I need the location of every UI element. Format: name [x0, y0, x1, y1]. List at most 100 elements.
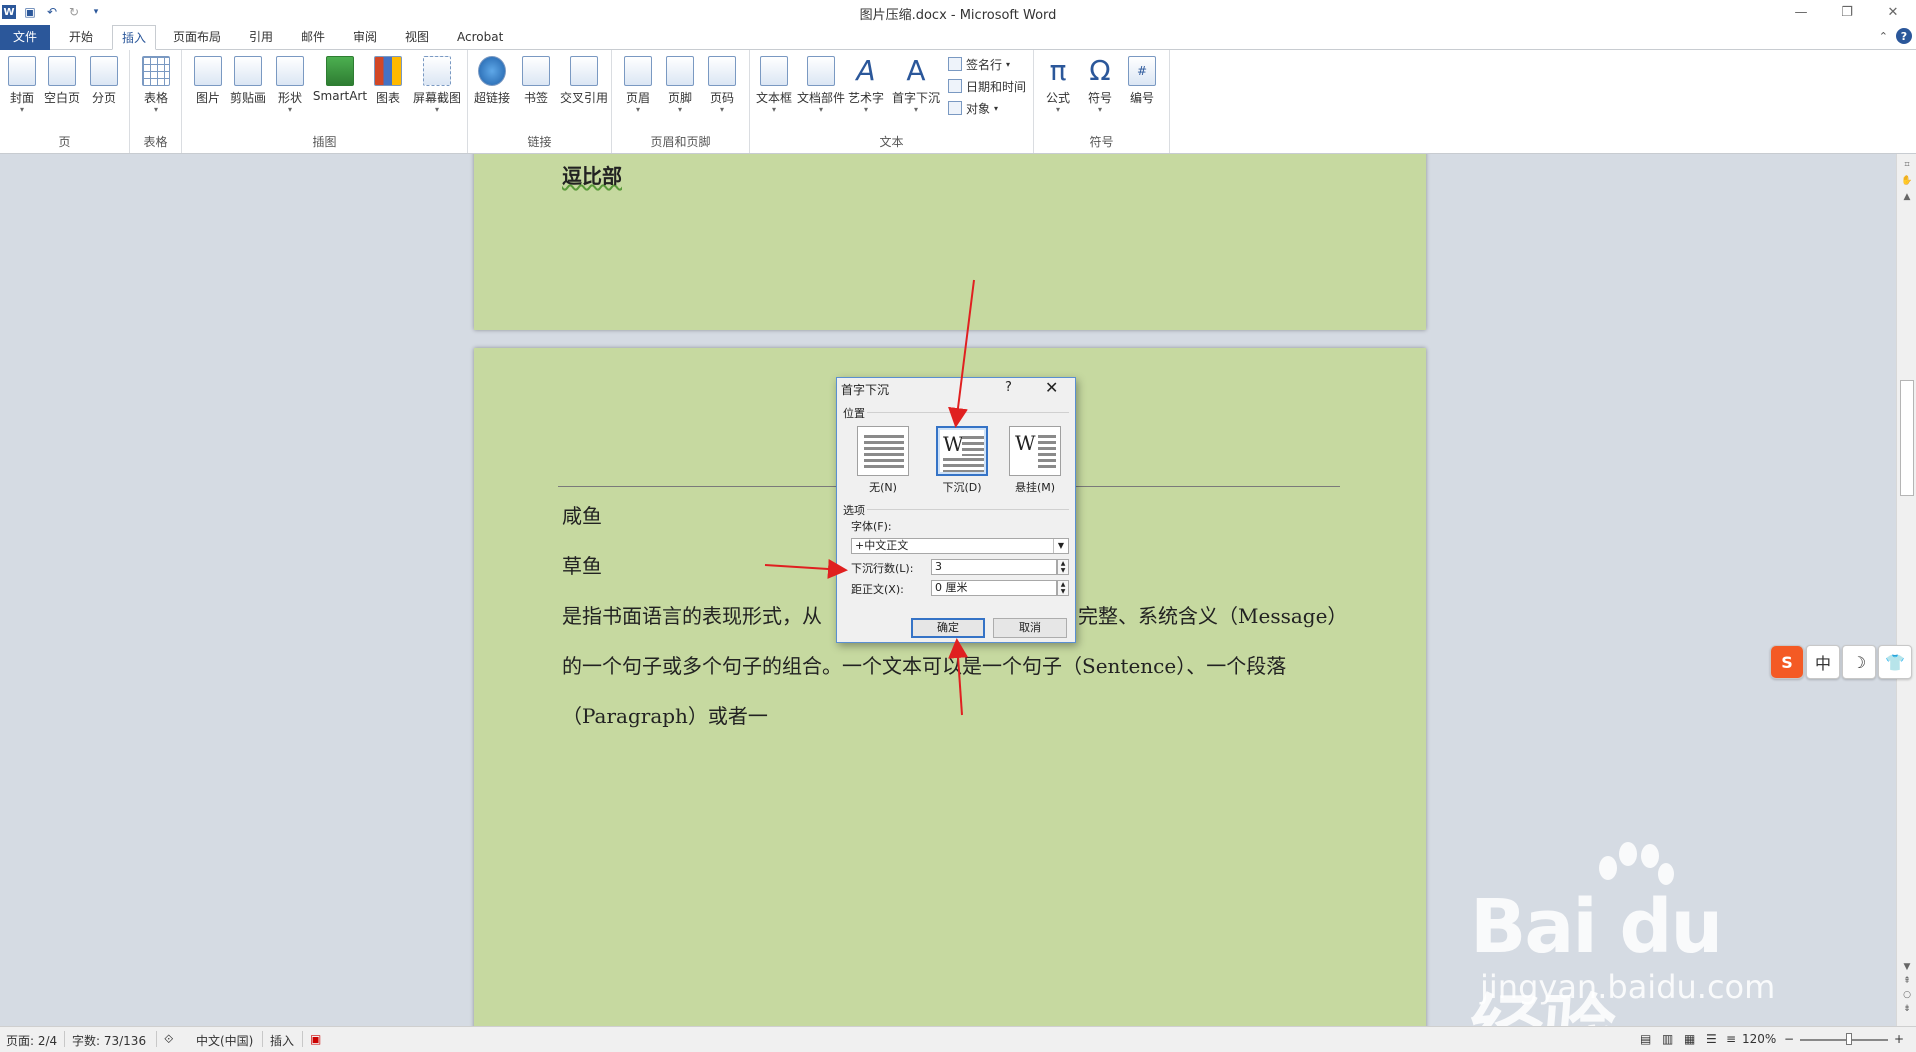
quick-parts-button[interactable]: 文档部件 ▾ — [796, 56, 846, 114]
bookmark-button[interactable]: 书签 — [516, 56, 556, 106]
tab-review[interactable]: 审阅 — [344, 25, 386, 50]
hyperlink-button[interactable]: 超链接 — [472, 56, 512, 106]
select-browse-object-icon[interactable]: ○ — [1897, 990, 1916, 1000]
smartart-button[interactable]: SmartArt — [312, 56, 368, 103]
doc-paragraph-line-1-left: 是指书面语言的表现形式，从 — [562, 604, 822, 628]
textbox-button[interactable]: 文本框 ▾ — [754, 56, 794, 114]
distance-from-text-spinner[interactable]: ▲ ▼ — [1057, 580, 1069, 596]
minimize-icon[interactable]: — — [1778, 0, 1824, 24]
wordart-button[interactable]: A 艺术字 ▾ — [846, 56, 886, 114]
drop-cap-dropped-label[interactable]: 下沉(D) — [932, 479, 992, 495]
page-number-button[interactable]: 页码 ▾ — [702, 56, 742, 114]
chevron-down-icon[interactable]: ▼ — [1053, 539, 1068, 553]
vertical-scrollbar[interactable]: ⌗ ✋ ▲ ▼ ⇞ ○ ⇟ — [1896, 154, 1916, 1026]
drop-cap-dialog: 首字下沉 ? ✕ 位置 无(N) W 下沉(D) W 悬挂(M) 选项 字体(F… — [836, 377, 1076, 643]
web-layout-icon[interactable]: ▦ — [1684, 1032, 1695, 1046]
ruler-toggle-icon[interactable]: ⌗ — [1897, 160, 1916, 170]
tab-file[interactable]: 文件 — [0, 25, 50, 50]
dropped-bottom-lines — [943, 458, 984, 472]
distance-from-text-input[interactable]: 0 厘米 — [931, 580, 1057, 596]
equation-button[interactable]: π 公式 ▾ — [1038, 56, 1078, 114]
restore-icon[interactable]: ❐ — [1824, 0, 1870, 24]
zoom-in-button[interactable]: + — [1894, 1032, 1904, 1046]
chart-button[interactable]: 图表 — [368, 56, 408, 106]
screenshot-icon — [423, 56, 451, 86]
group-text: 文本框 ▾ 文档部件 ▾ A 艺术字 ▾ A 首字下沉 ▾ 签名行 ▾ 日期和时间 对象 ▾ 文… — [750, 50, 1034, 153]
table-icon — [142, 56, 170, 86]
signature-line-button[interactable]: 签名行 ▾ — [948, 54, 1010, 74]
dialog-close-button[interactable]: ✕ — [1045, 378, 1058, 397]
language-indicator[interactable]: 中文(中国) — [196, 1032, 253, 1049]
font-select[interactable]: +中文正文 ▼ — [851, 538, 1069, 554]
lines-to-drop-value: 3 — [935, 560, 942, 573]
group-symbols: π 公式 ▾ Ω 符号 ▾ # 编号 符号 — [1034, 50, 1170, 153]
tab-page-layout[interactable]: 页面布局 — [164, 25, 230, 50]
cross-reference-button[interactable]: 交叉引用 — [558, 56, 610, 106]
zoom-level[interactable]: 120% — [1742, 1032, 1776, 1046]
drop-cap-in-margin-label[interactable]: 悬挂(M) — [1005, 479, 1065, 495]
tab-insert[interactable]: 插入 — [112, 25, 157, 50]
shirt-icon[interactable]: 👕 — [1878, 645, 1912, 679]
shapes-button[interactable]: 形状 ▾ — [270, 56, 310, 114]
chinese-mode-icon[interactable]: 中 — [1806, 645, 1840, 679]
help-icon[interactable]: ? — [1896, 28, 1912, 44]
drop-cap-dropped-option[interactable]: W — [936, 426, 988, 476]
tab-acrobat[interactable]: Acrobat — [448, 25, 512, 50]
moon-icon[interactable]: ☽ — [1842, 645, 1876, 679]
proofing-icon[interactable]: ⟐ — [164, 1032, 173, 1047]
page-break-button[interactable]: 分页 — [84, 56, 124, 106]
header-button[interactable]: 页眉 ▾ — [618, 56, 658, 114]
drop-cap-button[interactable]: A 首字下沉 ▾ — [890, 56, 942, 114]
clipart-button[interactable]: 剪贴画 — [228, 56, 268, 106]
picture-button[interactable]: 图片 — [188, 56, 228, 106]
drop-cap-in-margin-option[interactable]: W — [1009, 426, 1061, 476]
title-bar: W ▣ ↶ ↻ ▾ 图片压缩.docx - Microsoft Word — ❐… — [0, 0, 1916, 24]
tab-mailings[interactable]: 邮件 — [292, 25, 334, 50]
date-time-button[interactable]: 日期和时间 — [948, 76, 1026, 96]
draft-view-icon[interactable]: ≡ — [1726, 1032, 1736, 1046]
screenshot-button[interactable]: 屏幕截图 ▾ — [410, 56, 464, 114]
lines-to-drop-input[interactable]: 3 — [931, 559, 1057, 575]
zoom-slider[interactable] — [1800, 1039, 1888, 1041]
scroll-thumb[interactable] — [1900, 380, 1914, 496]
drop-cap-none-label[interactable]: 无(N) — [853, 479, 913, 495]
lines-to-drop-spinner[interactable]: ▲ ▼ — [1057, 559, 1069, 575]
pan-icon[interactable]: ✋ — [1897, 176, 1916, 186]
insert-mode-indicator[interactable]: 插入 — [270, 1032, 294, 1049]
macro-record-icon[interactable]: ▣ — [310, 1032, 321, 1046]
table-button[interactable]: 表格 ▾ — [136, 56, 176, 114]
font-label: 字体(F): — [851, 520, 892, 533]
scroll-up-icon[interactable]: ▲ — [1897, 192, 1916, 202]
doc-line-1: 咸鱼 — [562, 504, 602, 528]
distance-from-text-label: 距正文(X): — [851, 583, 904, 596]
word-count[interactable]: 字数: 73/136 — [72, 1032, 146, 1049]
drop-cap-none-option[interactable] — [857, 426, 909, 476]
none-lines-icon — [864, 435, 904, 469]
page-1[interactable]: 逗比部 — [474, 154, 1426, 330]
clipart-icon — [234, 56, 262, 86]
cancel-button[interactable]: 取消 — [993, 618, 1067, 638]
page-indicator[interactable]: 页面: 2/4 — [6, 1032, 57, 1049]
tab-home[interactable]: 开始 — [60, 25, 102, 50]
object-button[interactable]: 对象 ▾ — [948, 98, 998, 118]
zoom-out-button[interactable]: − — [1784, 1032, 1794, 1046]
blank-page-button[interactable]: 空白页 — [42, 56, 82, 106]
dialog-help-button[interactable]: ? — [1005, 380, 1012, 395]
previous-page-icon[interactable]: ⇞ — [1897, 976, 1916, 986]
full-screen-reading-icon[interactable]: ▥ — [1662, 1032, 1673, 1046]
scroll-down-icon[interactable]: ▼ — [1897, 962, 1916, 972]
sogou-logo-icon[interactable]: S — [1770, 645, 1804, 679]
print-layout-view-icon[interactable]: ▤ — [1640, 1032, 1651, 1046]
tab-references[interactable]: 引用 — [240, 25, 282, 50]
outline-view-icon[interactable]: ☰ — [1706, 1032, 1717, 1046]
next-page-icon[interactable]: ⇟ — [1897, 1004, 1916, 1014]
tab-view[interactable]: 视图 — [396, 25, 438, 50]
ok-button[interactable]: 确定 — [911, 618, 985, 638]
cover-page-button[interactable]: 封面 ▾ — [2, 56, 42, 114]
numbering-button[interactable]: # 编号 — [1122, 56, 1162, 106]
close-icon[interactable]: ✕ — [1870, 0, 1916, 24]
collapse-ribbon-icon[interactable]: ⌃ — [1879, 30, 1888, 43]
symbol-button[interactable]: Ω 符号 ▾ — [1080, 56, 1120, 114]
footer-button[interactable]: 页脚 ▾ — [660, 56, 700, 114]
zoom-slider-knob[interactable] — [1846, 1033, 1852, 1045]
